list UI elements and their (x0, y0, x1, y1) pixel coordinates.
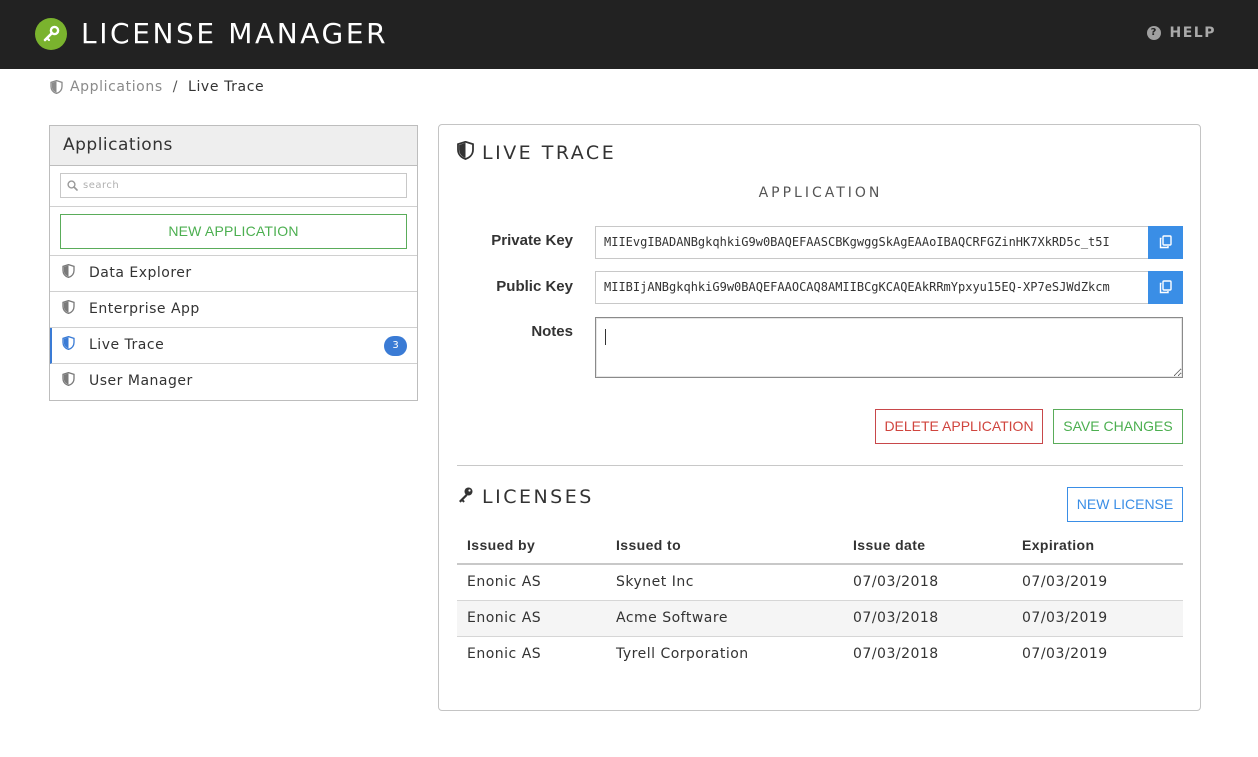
breadcrumb-separator: / (172, 79, 179, 95)
licenses-table: Issued by Issued to Issue date Expiratio… (457, 527, 1183, 672)
sidebar-item-user-manager[interactable]: User Manager (50, 364, 417, 400)
table-header-row: Issued by Issued to Issue date Expiratio… (457, 527, 1183, 565)
cell-expiration: 07/03/2019 (1012, 600, 1183, 637)
help-button[interactable]: ? HELP (1146, 25, 1216, 41)
sidebar-item-label: Data Explorer (89, 265, 192, 281)
sidebar-item-label: User Manager (89, 373, 193, 389)
shield-icon (50, 80, 63, 94)
cell-issue-date: 07/03/2018 (843, 600, 1012, 637)
public-key-label: Public Key (496, 278, 573, 295)
copy-icon (1159, 280, 1172, 294)
new-license-button[interactable]: NEW LICENSE (1067, 487, 1183, 522)
shield-icon (62, 263, 75, 283)
shield-icon (457, 140, 474, 165)
top-navbar: LICENSE MANAGER ? HELP (0, 0, 1258, 69)
table-row[interactable]: Enonic AS Skynet Inc 07/03/2018 07/03/20… (457, 564, 1183, 601)
section-divider (457, 465, 1183, 466)
sidebar-item-data-explorer[interactable]: Data Explorer (50, 256, 417, 292)
table-row[interactable]: Enonic AS Tyrell Corporation 07/03/2018 … (457, 636, 1183, 672)
copy-private-key-button[interactable] (1148, 226, 1183, 259)
search-icon (67, 180, 78, 191)
copy-icon (1159, 235, 1172, 249)
key-icon (457, 486, 474, 508)
search-box[interactable] (60, 173, 407, 198)
table-row[interactable]: Enonic AS Acme Software 07/03/2018 07/03… (457, 600, 1183, 637)
cell-issued-by: Enonic AS (457, 600, 606, 637)
cell-issued-to: Acme Software (606, 600, 843, 637)
sidebar-search-row (50, 166, 417, 207)
application-title: LIVE TRACE (457, 140, 617, 165)
cell-issue-date: 07/03/2018 (853, 646, 939, 663)
public-key-field[interactable]: MIIBIjANBgkqhkiG9w0BAQEFAAOCAQ8AMIIBCgKC… (595, 271, 1148, 304)
cell-issued-by: Enonic AS (467, 646, 542, 663)
sidebar-item-live-trace[interactable]: Live Trace 3 (50, 328, 417, 364)
shield-icon (62, 299, 75, 319)
app-title: LICENSE MANAGER (81, 17, 389, 50)
notes-textarea[interactable] (595, 317, 1183, 378)
column-header-expiration[interactable]: Expiration (1012, 527, 1183, 565)
applications-sidebar: Applications NEW APPLICATION Data Explor… (49, 125, 418, 401)
application-section-label: APPLICATION (758, 185, 883, 201)
sidebar-title: Applications (50, 126, 417, 166)
sidebar-item-enterprise-app[interactable]: Enterprise App (50, 292, 417, 328)
search-input[interactable] (83, 176, 403, 195)
application-detail-panel: LIVE TRACE APPLICATION Private Key MIIEv… (438, 124, 1201, 711)
new-application-row: NEW APPLICATION (50, 207, 417, 256)
licenses-title-text: LICENSES (482, 486, 594, 508)
question-circle-icon: ? (1146, 26, 1161, 40)
new-application-button[interactable]: NEW APPLICATION (60, 214, 407, 249)
breadcrumb: Applications / Live Trace (50, 77, 264, 97)
cell-issue-date: 07/03/2018 (843, 564, 1012, 601)
copy-public-key-button[interactable] (1148, 271, 1183, 304)
column-header-issue-date[interactable]: Issue date (843, 527, 1012, 565)
sidebar-item-label: Enterprise App (89, 301, 200, 317)
private-key-label: Private Key (491, 232, 573, 249)
save-changes-button[interactable]: SAVE CHANGES (1053, 409, 1183, 444)
cell-expiration: 07/03/2019 (1012, 564, 1183, 601)
notes-label: Notes (531, 323, 573, 340)
breadcrumb-applications-link[interactable]: Applications (70, 79, 163, 95)
application-title-text: LIVE TRACE (482, 142, 617, 164)
help-label: HELP (1169, 25, 1216, 41)
private-key-field[interactable]: MIIEvgIBADANBgkqhkiG9w0BAQEFAASCBKgwggSk… (595, 226, 1148, 259)
cell-expiration: 07/03/2019 (1022, 646, 1108, 663)
shield-icon (62, 335, 75, 355)
license-count-badge: 3 (384, 336, 407, 356)
cell-issued-to: Tyrell Corporation (616, 646, 749, 663)
licenses-title: LICENSES (457, 486, 594, 508)
sidebar-item-label: Live Trace (89, 337, 165, 353)
text-cursor (605, 329, 606, 345)
shield-icon (62, 371, 75, 391)
cell-issued-to: Skynet Inc (606, 564, 843, 601)
column-header-issued-to[interactable]: Issued to (606, 527, 843, 565)
key-icon[interactable] (35, 18, 67, 50)
delete-application-button[interactable]: DELETE APPLICATION (875, 409, 1043, 444)
column-header-issued-by[interactable]: Issued by (457, 527, 606, 565)
breadcrumb-current: Live Trace (188, 79, 265, 95)
cell-issued-by: Enonic AS (457, 564, 606, 601)
